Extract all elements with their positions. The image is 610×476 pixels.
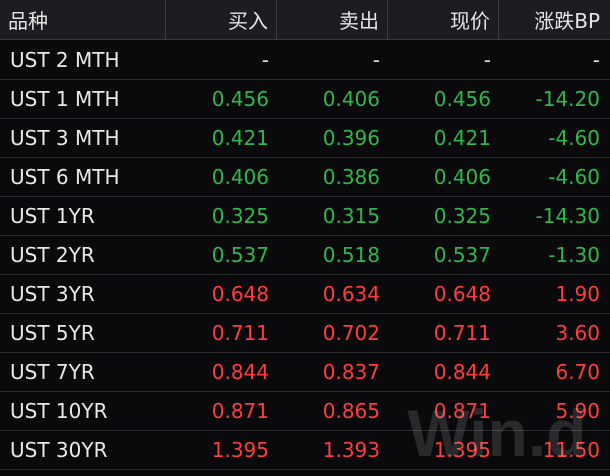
- bid-value: -: [261, 48, 269, 72]
- last-value: 0.537: [433, 243, 491, 267]
- bond-name: UST 6 MTH: [10, 165, 120, 189]
- bond-name: UST 7YR: [10, 360, 95, 384]
- change-bp-value: 5.90: [555, 399, 600, 423]
- table-row[interactable]: UST 3 MTH 0.421 0.396 0.421 -4.60: [0, 119, 610, 158]
- ask-value: 0.634: [322, 282, 380, 306]
- ask-value: 0.406: [322, 87, 380, 111]
- bond-name: UST 5YR: [10, 321, 95, 345]
- change-bp-value: -: [592, 48, 600, 72]
- table-header: 品种 买入 卖出 现价 涨跌BP: [0, 0, 610, 40]
- ask-value: 0.386: [322, 165, 380, 189]
- bid-value: 0.648: [211, 282, 269, 306]
- table-row[interactable]: UST 30YR 1.395 1.393 1.395 11.50: [0, 431, 610, 470]
- change-bp-value: 3.60: [555, 321, 600, 345]
- bid-value: 0.421: [211, 126, 269, 150]
- bid-value: 0.711: [211, 321, 269, 345]
- ask-value: 0.865: [322, 399, 380, 423]
- table-row[interactable]: UST 7YR 0.844 0.837 0.844 6.70: [0, 353, 610, 392]
- last-value: 0.325: [433, 204, 491, 228]
- table-row[interactable]: UST 3YR 0.648 0.634 0.648 1.90: [0, 275, 610, 314]
- ask-value: 0.702: [322, 321, 380, 345]
- column-header-last[interactable]: 现价: [388, 0, 499, 39]
- last-value: 0.871: [433, 399, 491, 423]
- ask-value: 0.837: [322, 360, 380, 384]
- bond-name: UST 3YR: [10, 282, 95, 306]
- ask-value: 0.396: [322, 126, 380, 150]
- bond-name: UST 2 MTH: [10, 48, 120, 72]
- bid-value: 0.871: [211, 399, 269, 423]
- table-row[interactable]: UST 2 MTH - - - -: [0, 41, 610, 80]
- change-bp-value: 1.90: [555, 282, 600, 306]
- ask-value: 0.518: [322, 243, 380, 267]
- bond-name: UST 2YR: [10, 243, 95, 267]
- last-value: 0.844: [433, 360, 491, 384]
- last-value: 0.421: [433, 126, 491, 150]
- column-header-ask[interactable]: 卖出: [277, 0, 388, 39]
- bond-name: UST 10YR: [10, 399, 108, 423]
- table-row[interactable]: UST 5YR 0.711 0.702 0.711 3.60: [0, 314, 610, 353]
- change-bp-value: 11.50: [542, 438, 600, 462]
- bid-value: 0.325: [211, 204, 269, 228]
- column-header-name[interactable]: 品种: [0, 0, 166, 39]
- bond-quote-table: 品种 买入 卖出 现价 涨跌BP UST 2 MTH - - - - UST 1 MTH 0…: [0, 0, 610, 476]
- table-row[interactable]: UST 2YR 0.537 0.518 0.537 -1.30: [0, 236, 610, 275]
- last-value: 0.648: [433, 282, 491, 306]
- ask-value: 0.315: [322, 204, 380, 228]
- table-row[interactable]: UST 1 MTH 0.456 0.406 0.456 -14.20: [0, 80, 610, 119]
- bond-name: UST 1 MTH: [10, 87, 120, 111]
- last-value: 0.711: [433, 321, 491, 345]
- table-row[interactable]: UST 6 MTH 0.406 0.386 0.406 -4.60: [0, 158, 610, 197]
- bond-name: UST 30YR: [10, 438, 108, 462]
- change-bp-value: -1.30: [548, 243, 600, 267]
- bid-value: 0.456: [211, 87, 269, 111]
- ask-value: 1.393: [322, 438, 380, 462]
- last-value: 0.406: [433, 165, 491, 189]
- change-bp-value: -4.60: [548, 126, 600, 150]
- last-value: -: [483, 48, 491, 72]
- column-header-change[interactable]: 涨跌BP: [499, 0, 610, 39]
- bond-name: UST 1YR: [10, 204, 95, 228]
- change-bp-value: -14.20: [535, 87, 600, 111]
- ask-value: -: [372, 48, 380, 72]
- last-value: 1.395: [433, 438, 491, 462]
- bid-value: 0.537: [211, 243, 269, 267]
- bid-value: 1.395: [211, 438, 269, 462]
- change-bp-value: -14.30: [535, 204, 600, 228]
- bid-value: 0.406: [211, 165, 269, 189]
- change-bp-value: 6.70: [555, 360, 600, 384]
- change-bp-value: -4.60: [548, 165, 600, 189]
- last-value: 0.456: [433, 87, 491, 111]
- table-row[interactable]: UST 10YR 0.871 0.865 0.871 5.90: [0, 392, 610, 431]
- column-header-bid[interactable]: 买入: [166, 0, 277, 39]
- bid-value: 0.844: [211, 360, 269, 384]
- table-row[interactable]: UST 1YR 0.325 0.315 0.325 -14.30: [0, 197, 610, 236]
- bond-name: UST 3 MTH: [10, 126, 120, 150]
